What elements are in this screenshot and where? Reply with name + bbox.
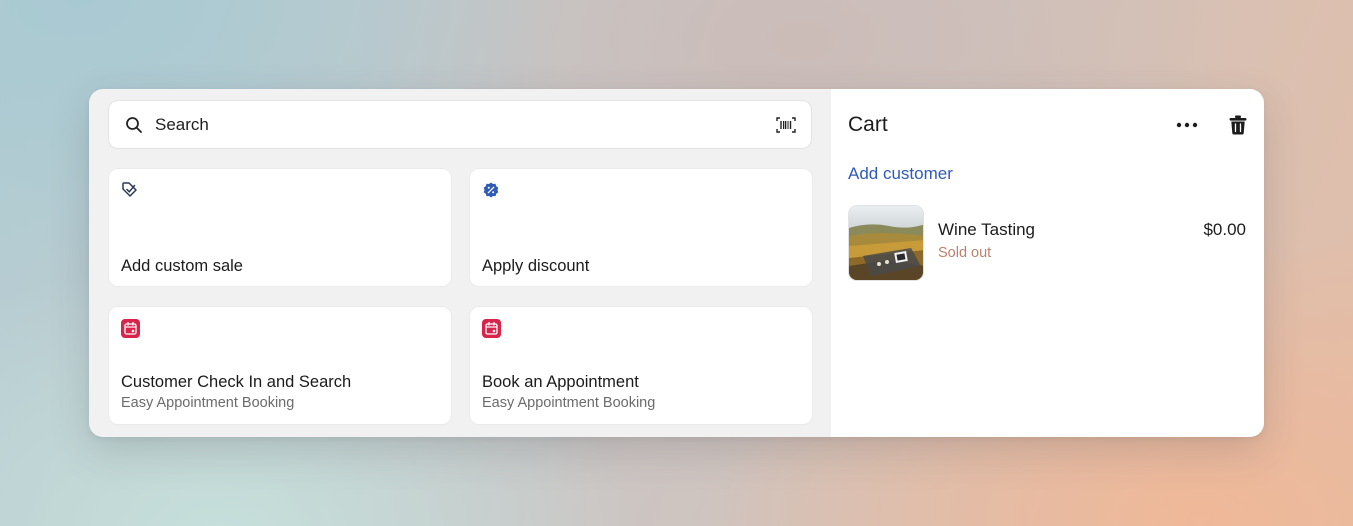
- search-bar[interactable]: Search: [108, 100, 812, 149]
- calendar-icon: [482, 319, 502, 339]
- barcode-scan-icon[interactable]: [775, 115, 797, 135]
- more-horizontal-icon: [1176, 122, 1198, 128]
- search-icon: [125, 115, 145, 135]
- tile-title: Customer Check In and Search: [121, 373, 352, 391]
- tag-check-icon: [121, 181, 141, 201]
- cart-item-status: Sold out: [938, 245, 992, 261]
- tile-customer-check-in[interactable]: Customer Check In and Search Easy Appoin…: [108, 306, 452, 425]
- search-input[interactable]: Search: [155, 115, 775, 135]
- trash-icon: [1229, 115, 1247, 135]
- tile-title: Apply discount: [482, 257, 590, 275]
- tile-subtitle: Easy Appointment Booking: [121, 395, 295, 411]
- tile-add-custom-sale[interactable]: Add custom sale: [108, 168, 452, 287]
- product-thumbnail: [848, 205, 924, 281]
- clear-cart-button[interactable]: [1226, 113, 1250, 137]
- tile-title: Add custom sale: [121, 257, 243, 275]
- cart-title: Cart: [848, 113, 888, 136]
- tile-subtitle: Easy Appointment Booking: [482, 395, 656, 411]
- calendar-icon: [121, 319, 141, 339]
- tile-book-appointment[interactable]: Book an Appointment Easy Appointment Boo…: [469, 306, 813, 425]
- tile-apply-discount[interactable]: Apply discount: [469, 168, 813, 287]
- add-customer-link[interactable]: Add customer: [848, 164, 953, 184]
- discount-badge-icon: [482, 181, 502, 201]
- cart-item-name: Wine Tasting: [938, 220, 1036, 239]
- tile-title: Book an Appointment: [482, 373, 639, 391]
- cart-item-price: $0.00: [1203, 220, 1246, 239]
- cart-line-item[interactable]: Wine Tasting Sold out $0.00: [848, 205, 1246, 281]
- more-options-button[interactable]: [1173, 115, 1201, 135]
- cart-pane: Cart Add customer Wine Tasting Sold out …: [831, 89, 1264, 437]
- pos-window: Search Add custom sale Apply discount Cu…: [89, 89, 1264, 437]
- products-pane: Search Add custom sale Apply discount Cu…: [89, 89, 831, 437]
